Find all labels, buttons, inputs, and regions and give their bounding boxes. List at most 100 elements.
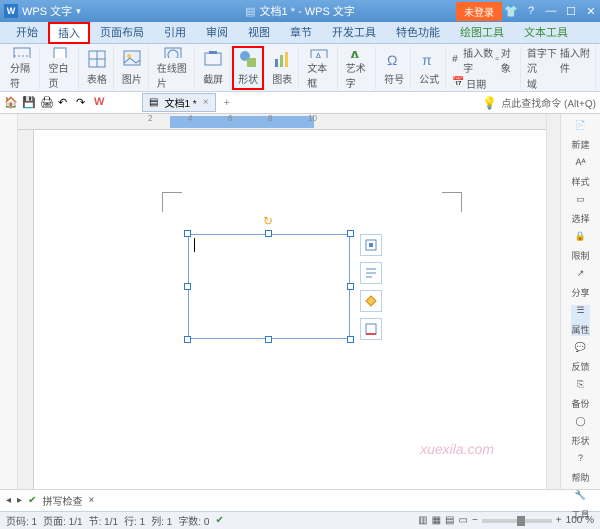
save-icon[interactable]: 💾 (22, 96, 36, 110)
resize-handle[interactable] (265, 336, 272, 343)
tab-reference[interactable]: 引用 (154, 21, 196, 43)
view-read-icon[interactable]: ▭ (459, 515, 468, 526)
tab-drawtools[interactable]: 绘图工具 (450, 21, 514, 43)
ribbon-onlinepic[interactable]: 在线图片 (151, 46, 195, 90)
vertical-scrollbar[interactable] (546, 114, 560, 489)
resize-handle[interactable] (347, 230, 354, 237)
resize-handle[interactable] (184, 283, 191, 290)
help-icon[interactable]: ? (522, 2, 540, 20)
zoom-slider[interactable] (482, 519, 552, 523)
canvas[interactable]: 2 4 6 8 10 ↻ (18, 114, 546, 489)
page: ↻ xuexila.com (42, 138, 522, 481)
resize-handle[interactable] (184, 230, 191, 237)
title-dropdown-icon[interactable]: ▾ (76, 6, 81, 17)
resize-handle[interactable] (265, 230, 272, 237)
tab-section[interactable]: 章节 (280, 21, 322, 43)
tab-features[interactable]: 特色功能 (386, 21, 450, 43)
margin-corner-tl (162, 192, 182, 212)
panel-backup[interactable]: ⎘备份 (571, 379, 589, 410)
add-tab-icon[interactable]: + (224, 97, 230, 109)
panel-limit[interactable]: 🔒限制 (571, 231, 589, 262)
panel-share[interactable]: ↗分享 (571, 268, 589, 299)
spell-close-icon[interactable]: × (88, 495, 94, 506)
ribbon-label: 形状 (238, 71, 258, 86)
fill-color-button[interactable] (360, 290, 382, 312)
minimize-icon[interactable]: — (542, 2, 560, 20)
tab-review[interactable]: 审阅 (196, 21, 238, 43)
command-search[interactable]: 💡 点此查找命令 (Alt+Q) (482, 95, 596, 110)
ribbon-date[interactable]: 📅日期 (452, 76, 516, 91)
undo-icon[interactable]: ↶ (58, 96, 72, 110)
skin-icon[interactable]: 👕 (502, 2, 520, 20)
table-icon (87, 49, 107, 69)
panel-help[interactable]: ?帮助 (571, 453, 589, 484)
status-pages[interactable]: 页面: 1/1 (43, 513, 82, 528)
zoom-in-icon[interactable]: + (556, 515, 562, 526)
status-words[interactable]: 字数: 0 (178, 513, 209, 528)
zoom-level[interactable]: 100 % (566, 515, 594, 526)
ribbon-equation[interactable]: π公式 (413, 46, 446, 90)
screenshot-icon (203, 49, 223, 69)
layout-options-button[interactable] (360, 234, 382, 256)
rotate-handle-icon[interactable]: ↻ (263, 214, 275, 226)
resize-handle[interactable] (347, 283, 354, 290)
status-section[interactable]: 节: 1/1 (89, 513, 118, 528)
ribbon-blankpage[interactable]: 空白页 (42, 46, 78, 90)
spellcheck-icon[interactable]: ✔ (215, 515, 223, 526)
ribbon-screenshot[interactable]: 截屏 (197, 46, 230, 90)
login-button[interactable]: 未登录 (456, 2, 502, 21)
ribbon-wordart[interactable]: A 艺术字 (340, 46, 376, 90)
panel-style[interactable]: Aᴬ样式 (571, 157, 589, 188)
panel-feedback[interactable]: 💬反馈 (571, 342, 589, 373)
ribbon-textbox[interactable]: A文本框 (301, 46, 337, 90)
ribbon-dropcap[interactable]: 首字下沉 插入附件 (527, 45, 591, 75)
ribbon-insertnum[interactable]: #插入数字 ▫对象 (452, 45, 516, 75)
spell-prev-icon[interactable]: ◂ (6, 495, 11, 506)
ribbon-symbol[interactable]: Ω符号 (378, 46, 411, 90)
ribbon-label: 艺术字 (346, 60, 369, 90)
horizontal-ruler[interactable]: 2 4 6 8 10 (18, 114, 546, 130)
selected-shape[interactable]: ↻ (188, 234, 350, 339)
tab-start[interactable]: 开始 (6, 21, 48, 43)
view-web-icon[interactable]: ▦ (432, 515, 441, 526)
print-icon[interactable]: 🖨 (40, 96, 54, 110)
tab-view[interactable]: 视图 (238, 21, 280, 43)
view-outline-icon[interactable]: ▤ (445, 515, 454, 526)
panel-select[interactable]: ▭选择 (571, 194, 589, 225)
close-icon[interactable]: ✕ (582, 2, 600, 20)
ribbon-picture[interactable]: 图片 (116, 46, 149, 90)
home-icon[interactable]: 🏠 (4, 96, 18, 110)
ribbon-breaks[interactable]: 分隔符 (4, 46, 40, 90)
tab-pagelayout[interactable]: 页面布局 (90, 21, 154, 43)
props-icon: ☰ (571, 305, 589, 321)
tab-insert[interactable]: 插入 (48, 22, 90, 44)
tab-close-icon[interactable]: × (203, 97, 209, 108)
status-page[interactable]: 页码: 1 (6, 513, 37, 528)
document-tab[interactable]: ▤ 文档1 * × (142, 93, 216, 112)
ribbon-table[interactable]: 表格 (81, 46, 114, 90)
wordart-icon: A (347, 46, 367, 58)
outline-color-button[interactable] (360, 318, 382, 340)
tab-texttools[interactable]: 文本工具 (514, 21, 578, 43)
wrap-text-button[interactable] (360, 262, 382, 284)
vertical-ruler[interactable] (18, 130, 34, 489)
zoom-thumb[interactable] (517, 516, 525, 526)
spell-label[interactable]: 拼写检查 (42, 493, 82, 508)
tab-devtools[interactable]: 开发工具 (322, 21, 386, 43)
ribbon-shapes[interactable]: 形状 (232, 46, 264, 90)
outline-icon (364, 322, 378, 336)
panel-properties[interactable]: ☰属性 (571, 305, 589, 336)
redo-icon[interactable]: ↷ (76, 96, 90, 110)
wps-icon[interactable]: W (94, 96, 108, 110)
resize-handle[interactable] (184, 336, 191, 343)
zoom-out-icon[interactable]: − (472, 515, 478, 526)
maximize-icon[interactable]: ☐ (562, 2, 580, 20)
panel-new[interactable]: 📄新建 (571, 120, 589, 151)
resize-handle[interactable] (347, 336, 354, 343)
shape-rectangle[interactable] (188, 234, 350, 339)
view-print-icon[interactable]: ▥ (418, 515, 427, 526)
ribbon-field[interactable]: 域 (527, 76, 591, 91)
spell-next-icon[interactable]: ▸ (17, 495, 22, 506)
ribbon-chart[interactable]: 图表 (266, 46, 299, 90)
panel-shapes[interactable]: ◯形状 (571, 416, 589, 447)
